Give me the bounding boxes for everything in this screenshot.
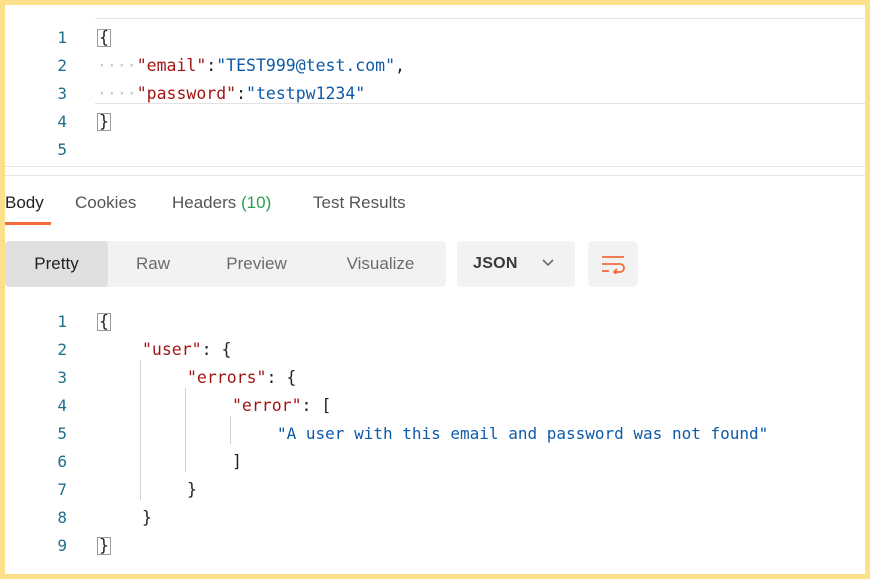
- tab-test-results[interactable]: Test Results: [313, 190, 406, 216]
- response-line: 4 "error": [: [5, 392, 865, 420]
- indent-dots: ····: [97, 84, 137, 103]
- line-number: 7: [57, 480, 67, 499]
- close-brace: }: [97, 112, 111, 131]
- response-line: 9 }: [5, 532, 865, 560]
- chevron-down-icon: [542, 259, 554, 267]
- wrap-lines-button[interactable]: [588, 241, 638, 287]
- line-number: 3: [57, 368, 67, 387]
- line-number: 5: [57, 424, 67, 443]
- response-line: 7 }: [5, 476, 865, 504]
- pane-divider: [5, 175, 865, 176]
- response-line: 5 "A user with this email and password w…: [5, 420, 865, 448]
- colon: :: [206, 56, 217, 75]
- tab-headers[interactable]: Headers (10): [172, 190, 271, 216]
- app-frame: 1 { 2 ····"email":"TEST999@test.com", 3 …: [0, 0, 870, 579]
- line-number: 2: [57, 56, 67, 75]
- password-key: "password": [136, 84, 237, 103]
- line-number: 8: [57, 508, 67, 527]
- view-mode-selector: Pretty Raw Preview Visualize: [5, 241, 446, 287]
- colon-bracket: : [: [301, 396, 332, 415]
- request-line: 2 ····"email":"TEST999@test.com",: [5, 52, 865, 80]
- line-number: 1: [57, 28, 67, 47]
- user-key: "user": [142, 340, 202, 359]
- line-number: 4: [57, 112, 67, 131]
- preview-button[interactable]: Preview: [198, 241, 315, 287]
- open-brace: {: [97, 312, 111, 331]
- email-key: "email": [136, 56, 207, 75]
- line-number: 1: [57, 312, 67, 331]
- tab-body[interactable]: Body: [5, 190, 44, 216]
- email-value: "TEST999@test.com": [216, 56, 396, 75]
- close-brace: }: [187, 480, 197, 499]
- request-line: 1 {: [5, 24, 865, 52]
- request-line: 4 }: [5, 108, 865, 136]
- line-number: 6: [57, 452, 67, 471]
- tab-headers-label: Headers: [172, 193, 237, 212]
- request-body-editor[interactable]: 1 { 2 ····"email":"TEST999@test.com", 3 …: [5, 18, 865, 168]
- response-body-viewer[interactable]: 1 { 2 "user": { 3 "errors": { 4 "error":…: [5, 304, 865, 564]
- editor-divider: [5, 166, 865, 167]
- raw-button[interactable]: Raw: [108, 241, 198, 287]
- error-message: "A user with this email and password was…: [277, 424, 769, 443]
- colon: :: [236, 84, 247, 103]
- response-line: 1 {: [5, 308, 865, 336]
- request-line: 3 ····"password":"testpw1234": [5, 80, 865, 108]
- close-brace: }: [97, 536, 111, 555]
- line-number: 2: [57, 340, 67, 359]
- error-key: "error": [232, 396, 302, 415]
- indent-dots: ····: [97, 56, 137, 75]
- active-tab-indicator: [5, 222, 51, 225]
- headers-count-badge: (10): [241, 193, 272, 212]
- line-number: 4: [57, 396, 67, 415]
- response-line: 3 "errors": {: [5, 364, 865, 392]
- line-number: 3: [57, 84, 67, 103]
- response-line: 6 ]: [5, 448, 865, 476]
- password-value: "testpw1234": [246, 84, 366, 103]
- comma: ,: [395, 56, 405, 75]
- pretty-button[interactable]: Pretty: [5, 241, 108, 287]
- response-line: 2 "user": {: [5, 336, 865, 364]
- open-brace: {: [97, 28, 111, 47]
- response-line: 8 }: [5, 504, 865, 532]
- line-number: 5: [57, 140, 67, 159]
- errors-key: "errors": [187, 368, 267, 387]
- colon-brace: : {: [266, 368, 297, 387]
- tab-cookies[interactable]: Cookies: [75, 190, 136, 216]
- format-dropdown[interactable]: JSON: [457, 241, 575, 287]
- line-number: 9: [57, 536, 67, 555]
- request-line: 5: [5, 136, 865, 164]
- close-brace: }: [142, 508, 152, 527]
- close-bracket: ]: [232, 452, 242, 471]
- colon-brace: : {: [201, 340, 232, 359]
- visualize-button[interactable]: Visualize: [315, 241, 446, 287]
- wrap-lines-icon: [602, 256, 625, 274]
- format-dropdown-value: JSON: [473, 255, 518, 272]
